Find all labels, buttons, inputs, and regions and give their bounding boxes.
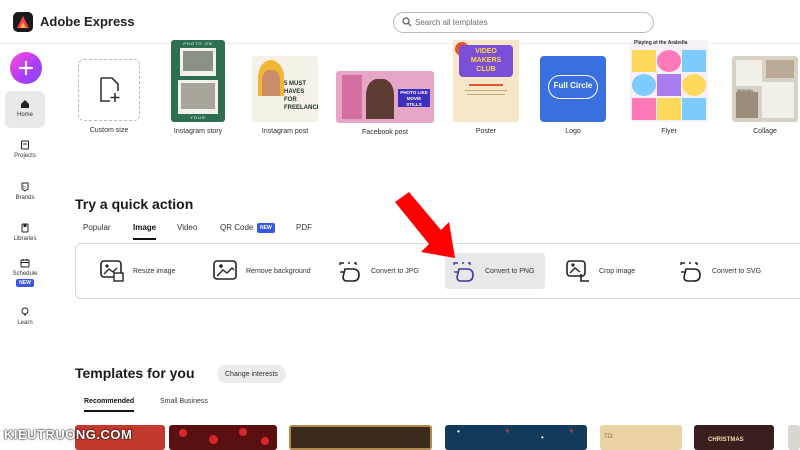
crop-image-icon — [566, 260, 589, 282]
template-thumbnail[interactable] — [289, 425, 432, 450]
tab-image[interactable]: Image — [133, 223, 157, 240]
remove-background-button[interactable]: Remove background — [208, 253, 315, 289]
template-thumbnail[interactable]: CHRISTMAS — [694, 425, 774, 450]
template-label: Instagram post — [261, 128, 309, 135]
flyer-thumbnail: Playing at the Arabella — [630, 40, 708, 122]
action-label: Remove background — [246, 267, 311, 275]
custom-size-thumbnail — [78, 59, 140, 121]
remove-background-icon — [213, 260, 237, 280]
calendar-icon — [20, 259, 30, 268]
sidebar-item-libraries[interactable]: Libraries — [5, 223, 45, 242]
tab-qr-code[interactable]: QR Code — [220, 223, 253, 232]
plus-icon — [18, 60, 34, 76]
resize-image-icon — [100, 260, 124, 282]
thumbnail-text: TO: — [604, 434, 614, 440]
instagram-post-text: 5 MUST HAVES FOR FREELANCERS — [284, 81, 318, 111]
watermark: KIEUTRUONG.COM — [4, 427, 133, 442]
facebook-post-thumbnail: PHOTO LIKE MOVIE STILLS — [336, 71, 434, 123]
sidebar-item-home[interactable]: Home — [5, 91, 45, 128]
instagram-story-thumbnail: PHOTO ON YOUR — [171, 40, 225, 122]
action-label: Crop image — [599, 267, 636, 275]
tab-recommended[interactable]: Recommended — [84, 398, 135, 412]
template-label: Logo — [565, 128, 581, 135]
add-file-icon — [100, 77, 120, 102]
change-interests-button[interactable]: Change interests — [217, 365, 286, 383]
convert-svg-icon — [680, 262, 701, 282]
create-button[interactable] — [10, 52, 42, 84]
template-label: Flyer — [661, 128, 677, 135]
lightbulb-icon — [21, 307, 29, 316]
template-flyer[interactable]: Playing at the Arabella Flyer — [628, 40, 710, 135]
new-badge: NEW — [16, 279, 34, 287]
action-label: Convert to SVG — [712, 267, 762, 275]
template-thumbnail[interactable] — [169, 425, 277, 450]
template-collage[interactable]: MINIMAL Collage — [731, 40, 799, 135]
crop-image-button[interactable]: Crop image — [561, 253, 639, 289]
libraries-icon — [21, 223, 29, 233]
sidebar-item-label: Home — [16, 112, 33, 118]
red-arrow-annotation — [395, 192, 455, 258]
template-label: Custom size — [89, 127, 129, 134]
sidebar-item-schedule[interactable]: Schedule NEW — [5, 258, 45, 287]
resize-image-button[interactable]: Resize image — [95, 253, 179, 289]
story-text-bottom: YOUR — [190, 115, 206, 120]
template-label: Collage — [753, 128, 777, 135]
svg-text:b: b — [23, 184, 26, 189]
quick-action-title: Try a quick action — [75, 196, 194, 212]
sidebar-item-learn[interactable]: Learn — [5, 307, 45, 326]
template-poster[interactable]: VIDEO MAKERS CLUB Poster — [451, 40, 521, 135]
tab-popular[interactable]: Popular — [83, 223, 111, 232]
sidebar-item-label: Brands — [15, 195, 35, 201]
template-thumbnail[interactable] — [788, 425, 800, 450]
app-title: Adobe Express — [40, 14, 135, 29]
projects-icon — [21, 140, 29, 150]
story-text-top: PHOTO ON — [183, 41, 213, 46]
home-icon — [21, 100, 29, 108]
top-bar: Adobe Express — [0, 0, 800, 44]
qr-code-new-badge: NEW — [257, 223, 275, 233]
collage-thumbnail: MINIMAL — [732, 56, 798, 122]
poster-thumbnail: VIDEO MAKERS CLUB — [453, 40, 519, 122]
poster-title-text: VIDEO MAKERS CLUB — [470, 48, 502, 73]
template-label: Instagram story — [173, 128, 223, 135]
template-facebook-post[interactable]: PHOTO LIKE MOVIE STILLS Facebook post — [334, 40, 436, 136]
search-bar[interactable] — [393, 12, 654, 33]
tab-small-business[interactable]: Small Business — [160, 398, 208, 405]
sidebar-item-label: Schedule — [12, 271, 38, 277]
sidebar-item-label: Libraries — [13, 236, 37, 242]
collage-text: MINIMAL — [737, 88, 754, 93]
tab-pdf[interactable]: PDF — [296, 223, 312, 232]
search-icon — [402, 17, 412, 27]
convert-jpg-icon — [339, 262, 360, 282]
template-thumbnail[interactable]: • + • + — [445, 425, 587, 450]
thumbnail-text: CHRISTMAS — [708, 437, 744, 443]
sidebar-item-label: Learn — [17, 320, 33, 326]
template-logo[interactable]: Full Circle Logo — [538, 40, 608, 135]
instagram-post-thumbnail: 5 MUST HAVES FOR FREELANCERS — [252, 56, 318, 122]
templates-for-you-title: Templates for you — [75, 365, 195, 381]
sidebar: Home Projects b Brands Libraries Schedul… — [0, 44, 52, 450]
brands-icon: b — [21, 182, 29, 192]
logo-thumbnail-text: Full Circle — [553, 81, 593, 90]
template-thumbnail[interactable]: TO: — [600, 425, 682, 450]
search-input[interactable] — [415, 15, 645, 30]
template-instagram-post[interactable]: 5 MUST HAVES FOR FREELANCERS Instagram p… — [250, 40, 320, 135]
sidebar-item-projects[interactable]: Projects — [5, 140, 45, 159]
template-custom-size[interactable]: Custom size — [76, 40, 142, 134]
template-label: Facebook post — [362, 129, 408, 136]
facebook-post-text: PHOTO LIKE MOVIE STILLS — [400, 90, 428, 107]
adobe-express-logo-icon[interactable] — [13, 12, 33, 32]
action-label: Convert to PNG — [485, 267, 535, 275]
convert-to-svg-button[interactable]: Convert to SVG — [674, 253, 765, 289]
logo-thumbnail: Full Circle — [540, 56, 606, 122]
template-instagram-story[interactable]: PHOTO ON YOUR Instagram story — [166, 40, 230, 135]
flyer-text: Playing at the Arabella — [634, 40, 688, 46]
action-label: Resize image — [133, 267, 176, 275]
sidebar-item-label: Projects — [14, 153, 36, 159]
sidebar-item-brands[interactable]: b Brands — [5, 182, 45, 201]
tab-video[interactable]: Video — [177, 223, 197, 232]
template-label: Poster — [475, 128, 497, 135]
